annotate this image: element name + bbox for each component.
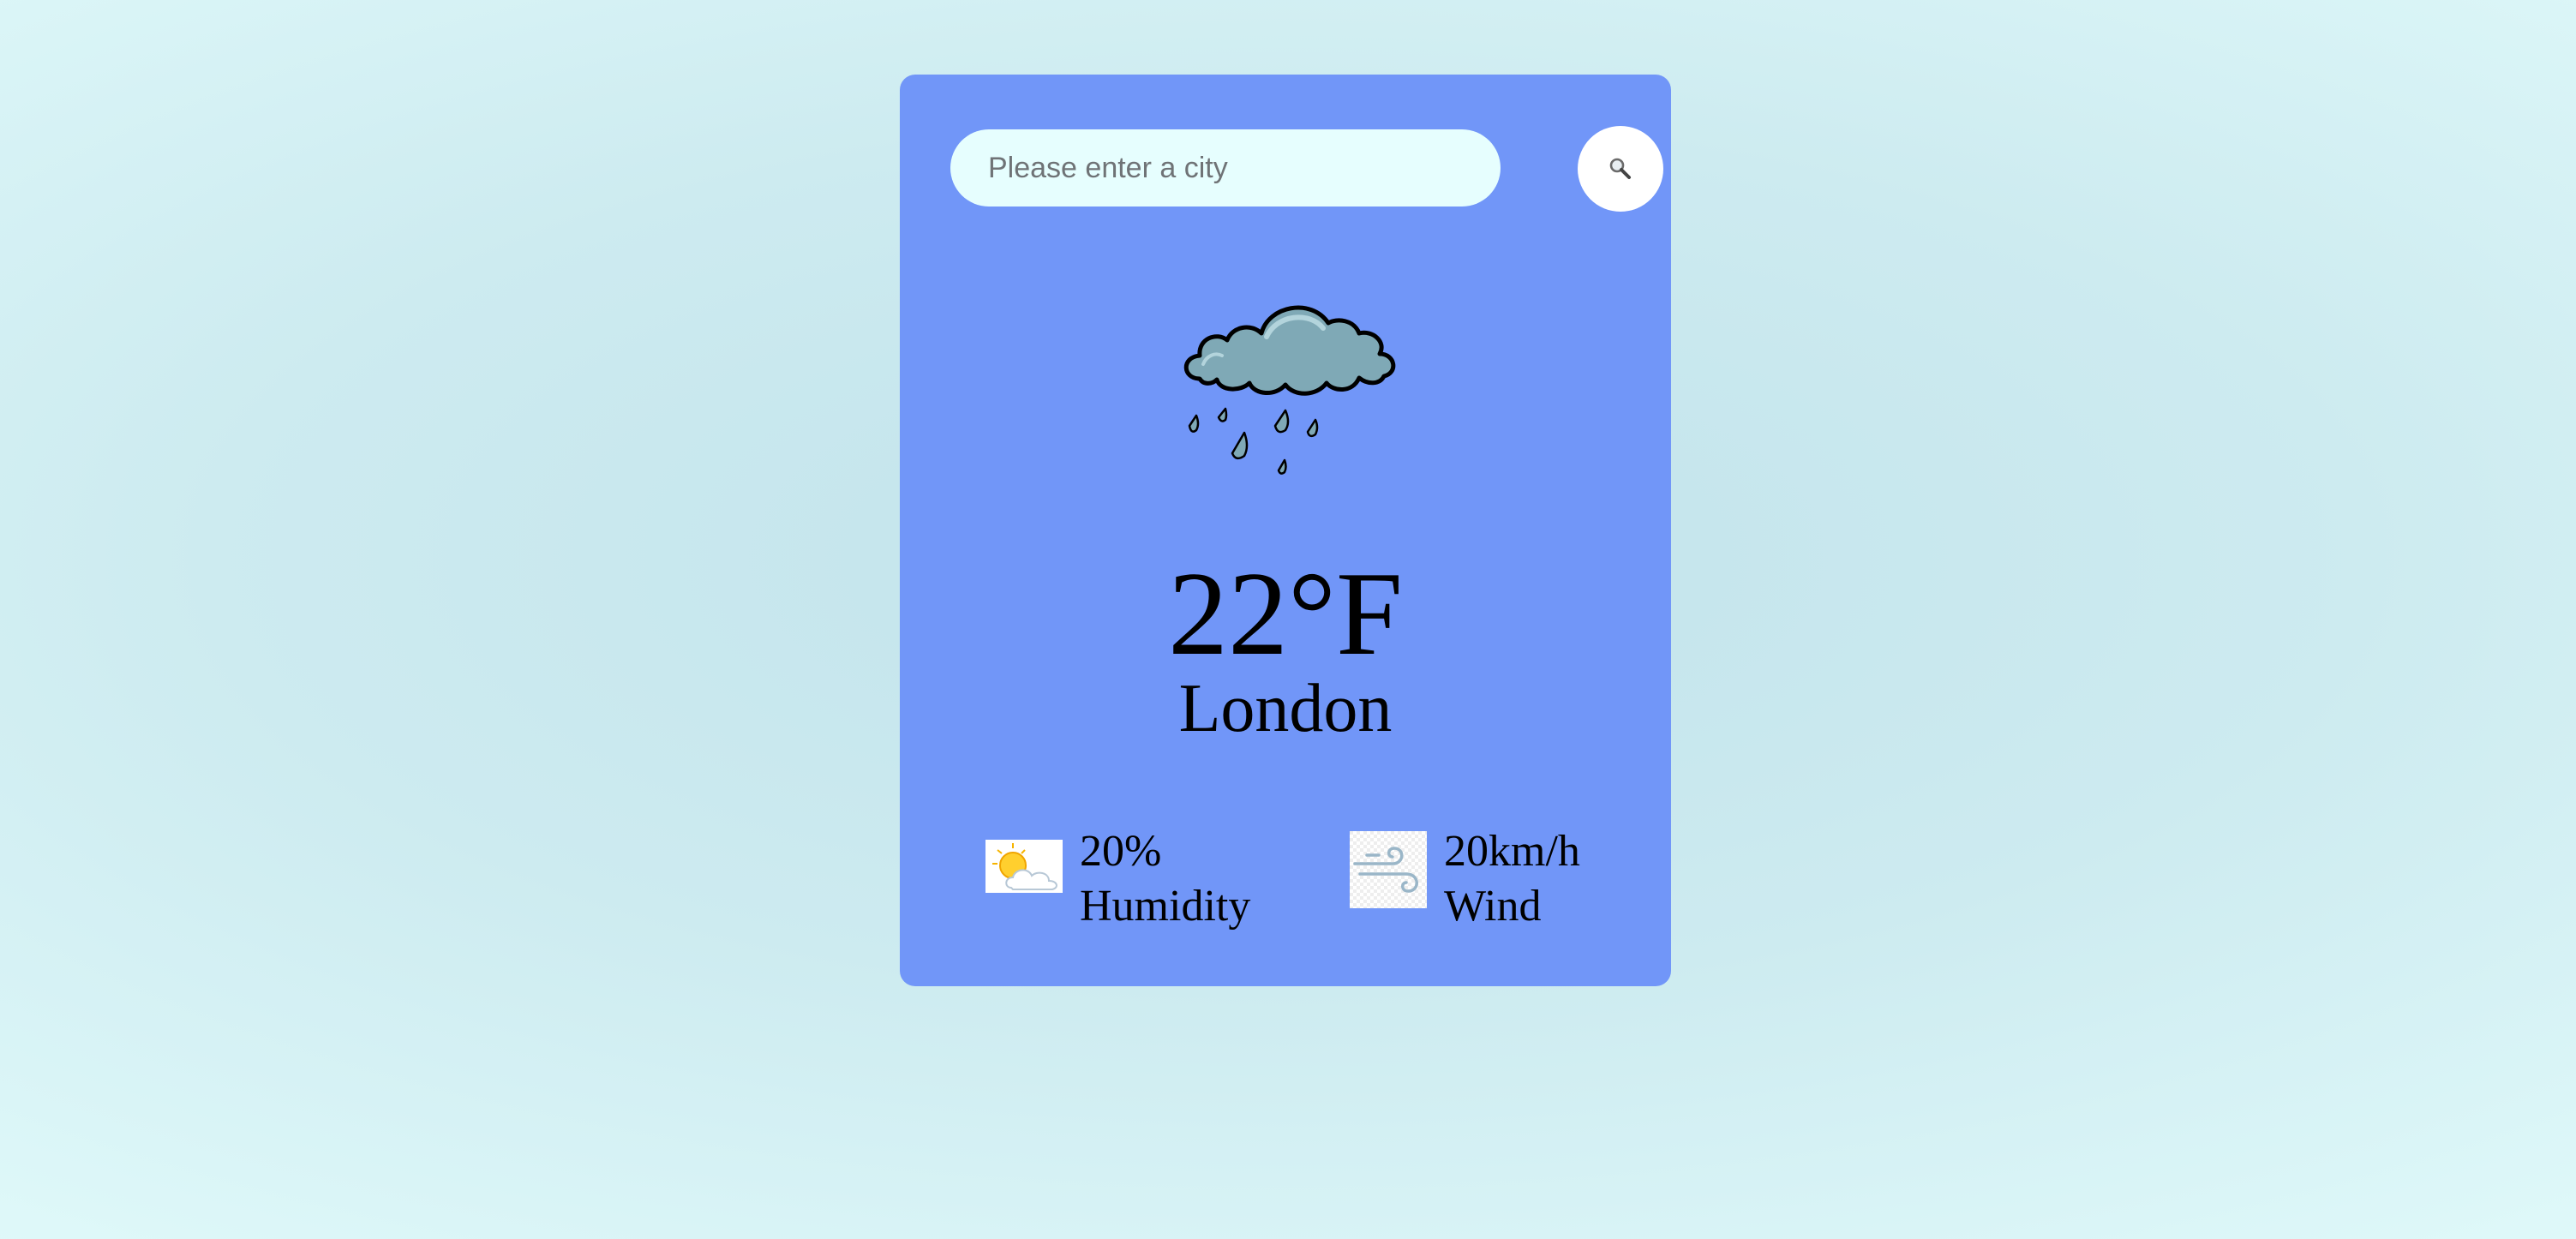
- rain-cloud-icon: [1183, 305, 1396, 475]
- city-search-input[interactable]: [950, 129, 1501, 206]
- humidity-label: Humidity: [1080, 882, 1251, 931]
- wind-text: 20km/h Wind: [1444, 824, 1580, 934]
- temperature: 22°F: [1168, 548, 1403, 680]
- search-icon: [1609, 158, 1631, 179]
- search-bar: [950, 126, 1663, 212]
- city-name: London: [1178, 671, 1393, 746]
- humidity-detail: 20% Humidity: [985, 824, 1294, 944]
- weather-card: 22°F London 20% Humidity: [900, 75, 1671, 986]
- wind-value: 20km/h: [1444, 827, 1580, 876]
- wind-label: Wind: [1444, 882, 1542, 931]
- humidity-value: 20%: [1080, 827, 1162, 876]
- sun-cloud-icon: [985, 840, 1063, 893]
- search-button[interactable]: [1578, 126, 1663, 212]
- humidity-text: 20% Humidity: [1080, 824, 1250, 934]
- wind-icon: [1350, 831, 1427, 908]
- wind-detail: 20km/h Wind: [1350, 824, 1641, 944]
